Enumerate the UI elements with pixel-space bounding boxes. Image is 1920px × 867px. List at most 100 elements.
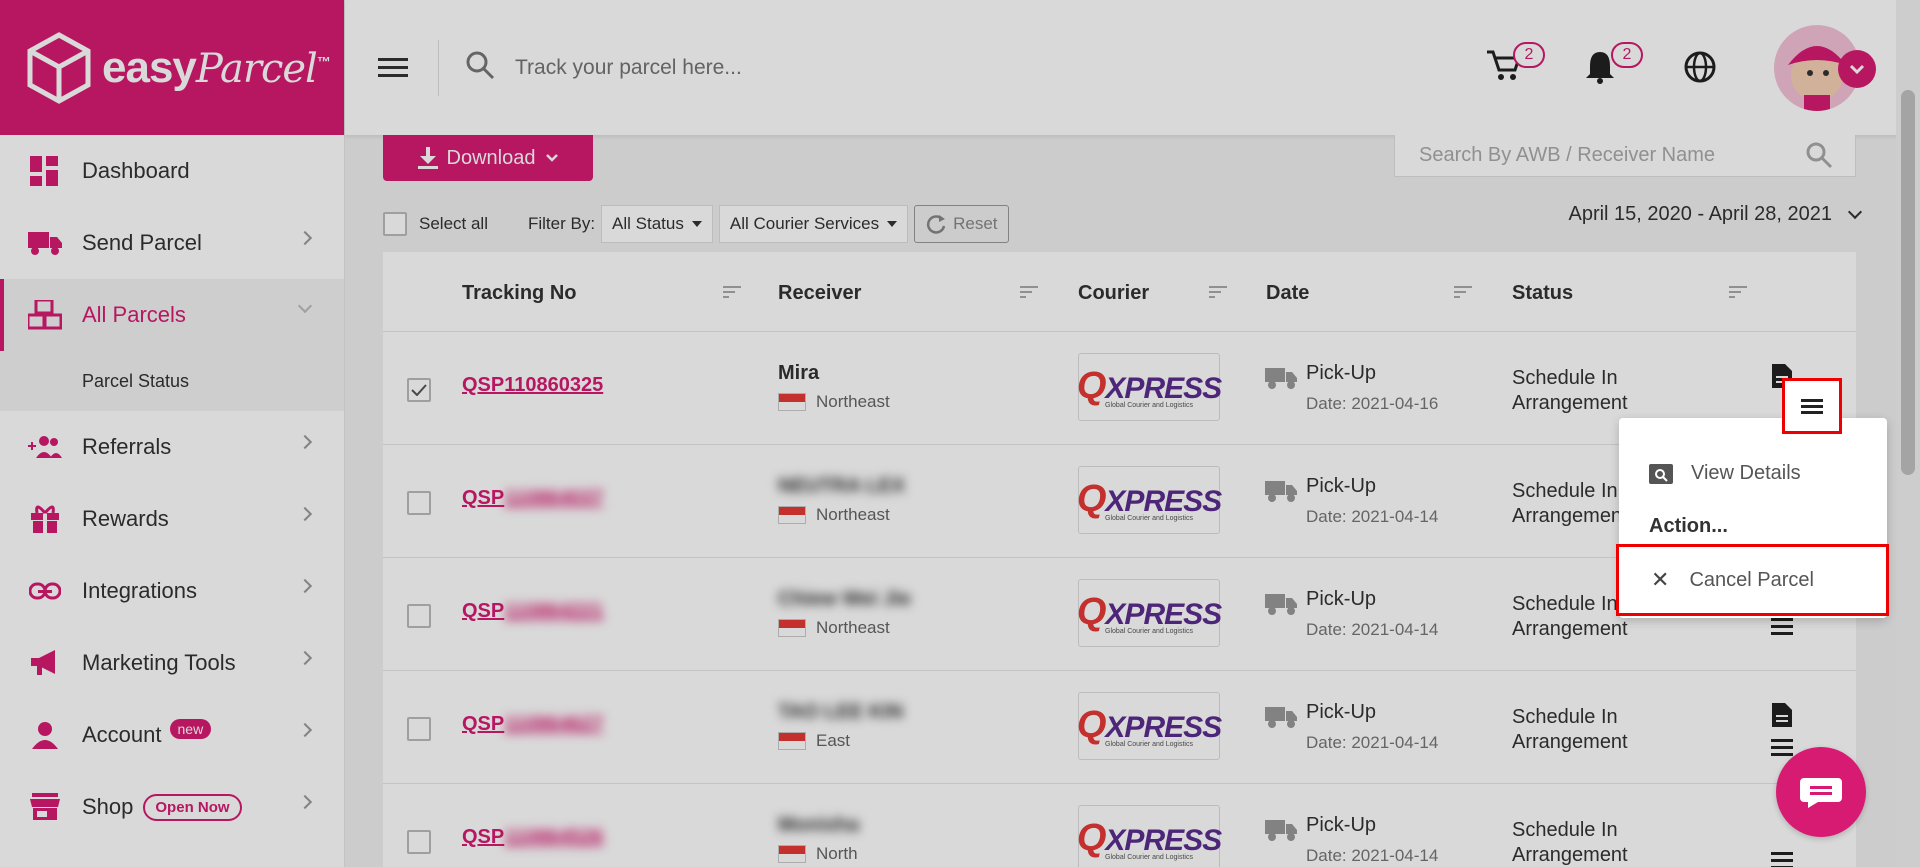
- tracking-link[interactable]: QSP110860325: [462, 374, 603, 397]
- sort-icon[interactable]: [1729, 286, 1747, 301]
- filter-by-label: Filter By:: [527, 214, 596, 233]
- sidebar-item-rewards[interactable]: Rewards: [0, 483, 344, 555]
- scrollbar-thumb[interactable]: [1901, 90, 1915, 475]
- row-menu-button[interactable]: [1782, 378, 1842, 434]
- status-filter-value: All Status: [612, 214, 684, 233]
- courier-tagline: Global Courier and Logistics: [1105, 628, 1193, 635]
- tracking-number: QSP: [462, 600, 505, 622]
- date-range-picker[interactable]: April 15, 2020 - April 28, 2021: [1568, 203, 1863, 226]
- action-heading: Action...: [1649, 515, 1728, 537]
- account-dropdown-icon[interactable]: [1838, 50, 1876, 88]
- sidebar-item-label: All Parcels: [82, 302, 186, 327]
- cancel-parcel-menu-item[interactable]: ✕ Cancel Parcel: [1616, 544, 1889, 616]
- delivery-date: Date: 2021-04-14: [1306, 507, 1439, 526]
- column-header-receiver[interactable]: Receiver: [778, 282, 861, 305]
- truck-icon: [1265, 366, 1297, 395]
- sidebar-subitem-parcel-status[interactable]: Parcel Status: [0, 351, 344, 411]
- chat-button[interactable]: [1776, 747, 1866, 837]
- truck-icon: [1265, 592, 1297, 621]
- row-checkbox[interactable]: [407, 830, 431, 854]
- courier-logo: QXPRESS Global Courier and Logistics: [1077, 692, 1222, 760]
- sidebar-item-account[interactable]: Account new: [0, 699, 344, 771]
- status-line-2: Arrangement: [1512, 392, 1628, 414]
- tracking-number: QSP: [462, 826, 505, 848]
- courier-tagline: Global Courier and Logistics: [1105, 402, 1193, 409]
- select-all-checkbox[interactable]: [383, 212, 407, 236]
- status-line-1: Schedule In: [1512, 367, 1618, 389]
- status-line-1: Schedule In: [1512, 480, 1618, 502]
- tracking-link[interactable]: QSP110864221: [462, 600, 603, 623]
- sidebar-item-integrations[interactable]: Integrations: [0, 555, 344, 627]
- column-header-date[interactable]: Date: [1266, 282, 1309, 305]
- bell-icon[interactable]: 2: [1585, 42, 1643, 89]
- hamburger-icon: [1801, 396, 1823, 417]
- row-menu-icon[interactable]: [1771, 618, 1793, 639]
- column-header-tracking[interactable]: Tracking No: [462, 282, 576, 305]
- sidebar-item-all-parcels[interactable]: All Parcels: [0, 279, 344, 351]
- awb-search-input[interactable]: Search By AWB / Receiver Name: [1394, 135, 1856, 177]
- sort-icon[interactable]: [1454, 286, 1472, 301]
- chat-bubble-icon: [1800, 778, 1842, 808]
- chevron-down-icon: [546, 154, 559, 162]
- view-details-menu-item[interactable]: View Details: [1649, 462, 1801, 485]
- sidebar-item-shop[interactable]: Shop Open Now: [0, 771, 344, 843]
- delivery-type: Pick-Up: [1306, 814, 1377, 836]
- cart-icon[interactable]: 2: [1487, 42, 1545, 87]
- status-text: Schedule In Arrangement: [1512, 479, 1628, 529]
- sort-icon[interactable]: [723, 286, 741, 301]
- table-row[interactable]: QSP110864627 TAO LEE KIN East QXPRESS Glo…: [383, 671, 1856, 784]
- download-button[interactable]: Download: [383, 135, 593, 181]
- row-checkbox[interactable]: [407, 717, 431, 741]
- filter-bar: Select all Filter By: All Status All Cou…: [383, 205, 1009, 243]
- delivery-date: Date: 2021-04-14: [1306, 846, 1439, 865]
- sidebar-item-send-parcel[interactable]: Send Parcel: [0, 207, 344, 279]
- region-label: Northeast: [816, 505, 890, 524]
- receiver-name: Chiew Wei Jie: [778, 588, 912, 610]
- sidebar-item-label: Shop: [82, 794, 134, 819]
- sidebar-item-marketing-tools[interactable]: Marketing Tools: [0, 627, 344, 699]
- scrollbar[interactable]: [1896, 0, 1920, 867]
- status-line-1: Schedule In: [1512, 706, 1618, 728]
- download-label: Download: [446, 146, 536, 169]
- column-header-courier[interactable]: Courier: [1078, 282, 1149, 305]
- globe-icon[interactable]: [1683, 50, 1717, 89]
- status-filter-dropdown[interactable]: All Status: [601, 205, 713, 243]
- reset-button[interactable]: Reset: [914, 205, 1009, 243]
- sort-icon[interactable]: [1209, 286, 1227, 301]
- table-row[interactable]: QSP110864526 Monisha North QXPRESS Global…: [383, 784, 1856, 867]
- row-menu-icon[interactable]: [1771, 739, 1793, 760]
- row-checkbox[interactable]: [407, 604, 431, 628]
- sort-icon[interactable]: [1020, 286, 1038, 301]
- row-menu-icon[interactable]: [1771, 852, 1793, 867]
- box-logo-icon: [27, 31, 91, 104]
- courier-filter-dropdown[interactable]: All Courier Services: [718, 205, 909, 243]
- track-parcel-input[interactable]: [515, 55, 1115, 80]
- tracking-link[interactable]: QSP110864627: [462, 713, 603, 736]
- search-document-icon: [1649, 463, 1673, 484]
- chevron-down-icon: [1847, 204, 1863, 219]
- search-icon[interactable]: [1805, 141, 1833, 175]
- document-icon[interactable]: [1772, 703, 1792, 732]
- tracking-number-redacted: 110864037: [504, 487, 604, 509]
- table-header: Tracking No Receiver Courier Date Status: [383, 252, 1856, 332]
- row-checkbox[interactable]: [407, 491, 431, 515]
- tracking-link[interactable]: QSP110864037: [462, 487, 603, 510]
- truck-icon: [28, 228, 62, 258]
- receiver-name: Mira: [778, 362, 820, 384]
- column-header-status[interactable]: Status: [1512, 282, 1573, 305]
- dashboard-icon: [28, 156, 62, 186]
- flag-icon: [778, 393, 806, 411]
- courier-logo: QXPRESS Global Courier and Logistics: [1077, 353, 1222, 421]
- logo[interactable]: easyParcel™: [0, 0, 344, 135]
- region-label: East: [816, 731, 851, 750]
- sidebar-item-dashboard[interactable]: Dashboard: [0, 135, 344, 207]
- menu-toggle-icon[interactable]: [378, 53, 408, 82]
- tracking-number-redacted: 110864627: [504, 713, 604, 735]
- receiver-region: Northeast: [778, 392, 890, 412]
- row-checkbox[interactable]: [407, 378, 431, 402]
- header-divider: [438, 39, 439, 96]
- sidebar-item-referrals[interactable]: Referrals: [0, 411, 344, 483]
- delivery-type: Pick-Up: [1306, 701, 1377, 723]
- tracking-link[interactable]: QSP110864526: [462, 826, 603, 849]
- new-badge: new: [169, 719, 212, 739]
